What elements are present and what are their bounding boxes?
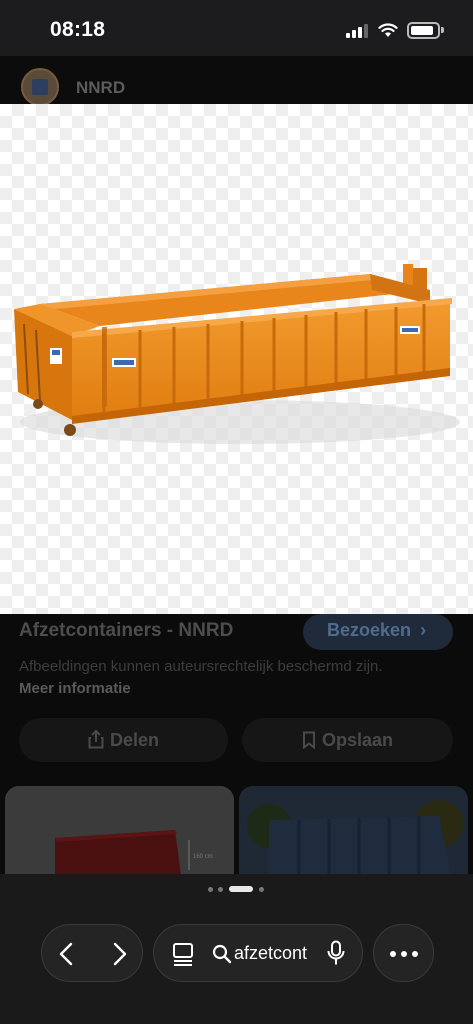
more-button[interactable] [373, 924, 434, 982]
status-time: 08:18 [50, 18, 106, 41]
related-image-thumbnail[interactable]: 160 cm [5, 786, 234, 876]
visit-button[interactable]: Bezoeken › [303, 614, 453, 650]
related-thumbnail-image [239, 786, 468, 876]
battery-icon [407, 22, 440, 39]
related-image-thumbnail[interactable] [239, 786, 468, 876]
share-label: Delen [109, 730, 160, 750]
svg-text:160 cm: 160 cm [193, 854, 213, 860]
image-viewer[interactable] [0, 104, 473, 614]
signal-icon [346, 24, 370, 38]
address-bar[interactable]: afzetcont [153, 924, 363, 982]
save-button[interactable]: Opslaan [242, 718, 453, 762]
image-info-panel: Afzetcontainers - NNRD Bezoeken › Afbeel… [0, 614, 473, 876]
share-icon [88, 729, 104, 749]
site-logo [21, 68, 59, 106]
page-indicator [208, 886, 268, 894]
battery-tip [441, 27, 444, 33]
more-info-link[interactable]: Meer informatie [19, 680, 131, 697]
microphone-icon[interactable] [327, 940, 345, 966]
back-icon[interactable] [58, 942, 74, 966]
container-image [14, 264, 460, 444]
copyright-text: Afbeeldingen kunnen auteursrechtelijk be… [19, 658, 383, 675]
site-header: NNRD [0, 56, 473, 106]
forward-icon[interactable] [112, 942, 128, 966]
wifi-icon [378, 23, 398, 37]
search-icon [212, 944, 232, 964]
chevron-right-icon: › [420, 620, 427, 640]
tabs-icon[interactable] [172, 942, 194, 966]
save-label: Opslaan [321, 730, 394, 750]
site-name: NNRD [76, 78, 126, 97]
visit-label: Bezoeken [327, 620, 412, 640]
share-button[interactable]: Delen [19, 718, 228, 762]
search-query[interactable]: afzetcont [234, 943, 314, 964]
result-title[interactable]: Afzetcontainers - NNRD [19, 620, 233, 642]
status-bar: 08:18 [0, 0, 473, 56]
navigation-pill [41, 924, 143, 982]
browser-toolbar: afzetcont [0, 874, 473, 1024]
bookmark-icon [302, 731, 315, 750]
copyright-notice: Afbeeldingen kunnen auteursrechtelijk be… [19, 656, 419, 700]
more-icon [390, 951, 418, 957]
related-thumbnail-image: 160 cm [5, 786, 234, 876]
